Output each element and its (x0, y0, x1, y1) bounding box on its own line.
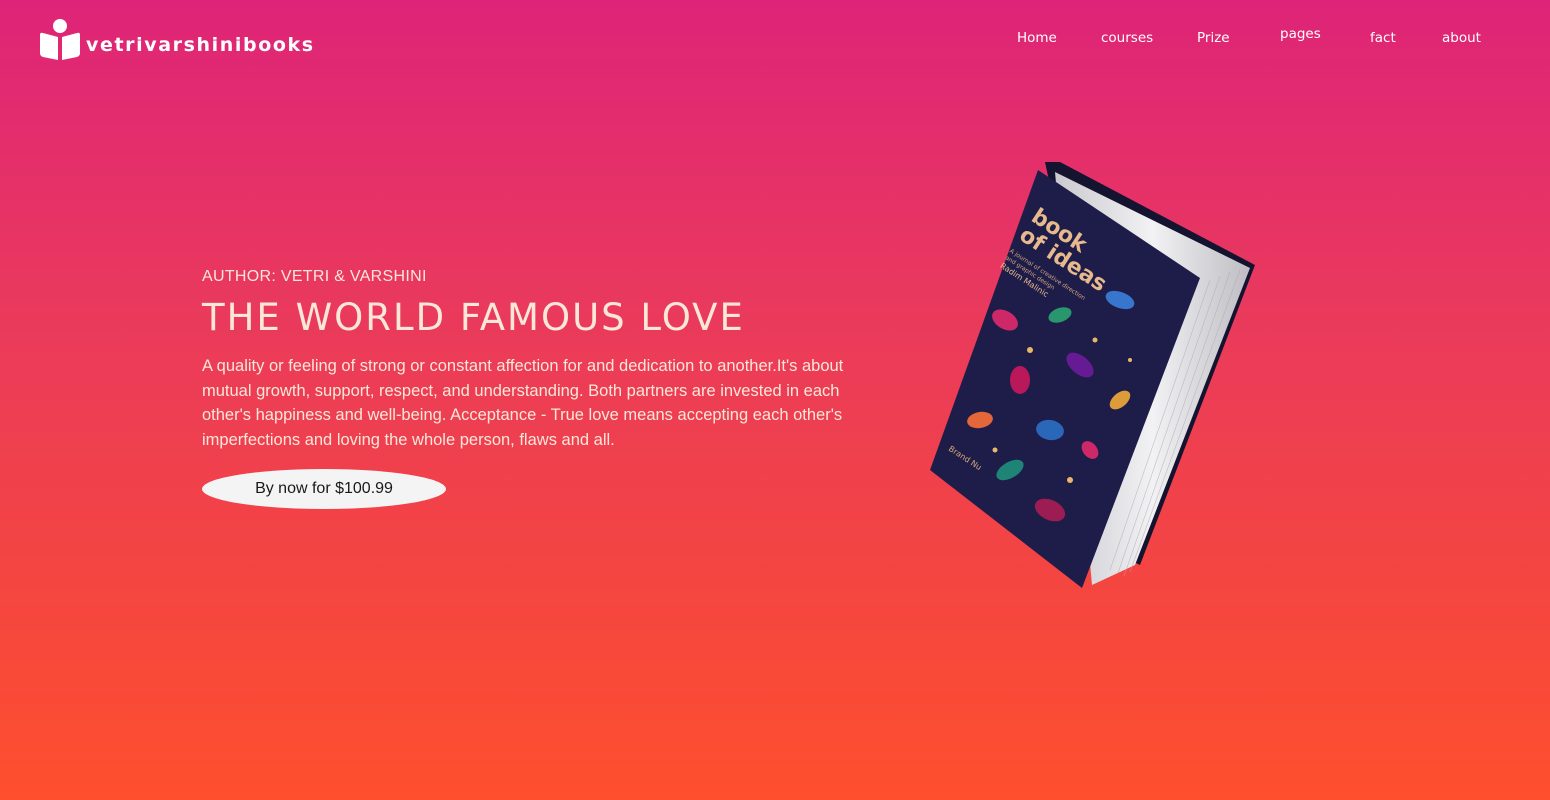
buy-now-button[interactable]: By now for $100.99 (202, 469, 446, 509)
nav-courses[interactable]: courses (1101, 30, 1153, 46)
nav-pages[interactable]: pages (1280, 26, 1321, 42)
nav-about[interactable]: about (1442, 30, 1481, 46)
book-author: AUTHOR: VETRI & VARSHINI (202, 268, 427, 285)
nav-home[interactable]: Home (1017, 30, 1057, 46)
nav-fact[interactable]: fact (1370, 30, 1396, 46)
main-nav: Home courses Prize pages fact about (0, 26, 1550, 54)
nav-prize[interactable]: Prize (1197, 30, 1230, 46)
book-description: A quality or feeling of strong or consta… (202, 357, 844, 449)
book-title: THE WORLD FAMOUS LOVE (202, 296, 745, 339)
book-cover-image: book of ideas A journal of creative dire… (930, 162, 1255, 588)
